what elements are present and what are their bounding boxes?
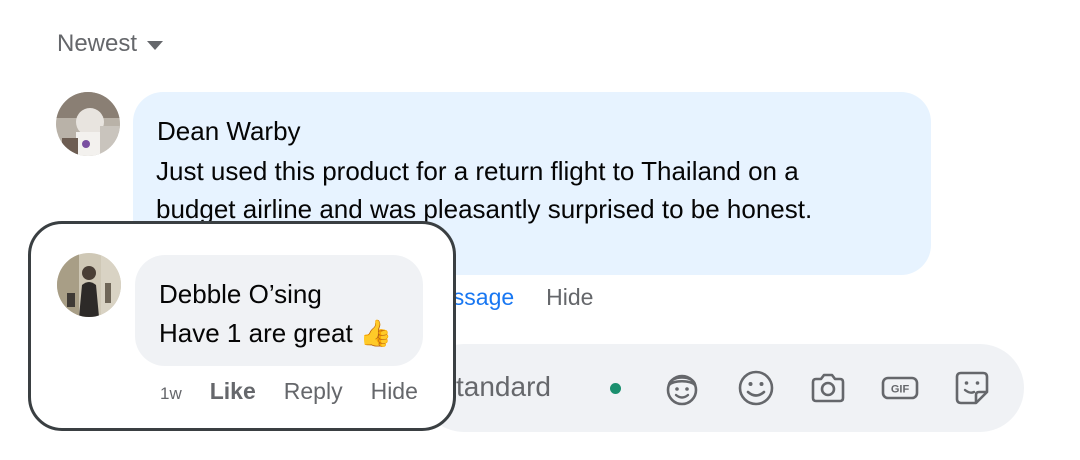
reply-card: Debble O’sing Have 1 are great 👍 1w Like… xyxy=(28,221,456,431)
comment-text-line: Just used this product for a return flig… xyxy=(156,156,799,186)
comments-panel: Newest Dean Warby Just used this product… xyxy=(0,0,1080,460)
reply-text-body: Have 1 are great xyxy=(159,318,353,348)
reply-bubble: Debble O’sing Have 1 are great 👍 xyxy=(135,255,423,366)
avatar-photo xyxy=(56,92,120,156)
composer-placeholder[interactable]: tandard xyxy=(456,371,551,403)
sticker-icon[interactable] xyxy=(952,368,992,408)
reply-button[interactable]: Reply xyxy=(284,378,343,405)
reply-timestamp[interactable]: 1w xyxy=(160,384,182,404)
reply-author[interactable]: Debble O’sing xyxy=(159,279,322,310)
caret-down-icon xyxy=(147,40,164,50)
camera-icon[interactable] xyxy=(808,368,848,408)
sort-dropdown[interactable]: Newest xyxy=(57,30,164,58)
avatar-sticker-icon[interactable] xyxy=(662,368,702,408)
sort-label: Newest xyxy=(57,30,138,57)
presence-dot xyxy=(610,383,621,394)
hide-link[interactable]: Hide xyxy=(546,284,593,311)
reply-actions: 1w Like Reply Hide xyxy=(160,378,418,405)
avatar-photo xyxy=(57,253,121,317)
hide-link[interactable]: Hide xyxy=(371,378,418,405)
comment-text: Just used this product for a return flig… xyxy=(156,152,812,228)
avatar[interactable] xyxy=(56,92,120,156)
avatar[interactable] xyxy=(57,253,121,317)
comment-actions: essage Hide xyxy=(440,284,593,311)
gif-icon[interactable]: GIF xyxy=(880,368,920,408)
thumbs-up-icon: 👍 xyxy=(359,318,393,348)
comment-author[interactable]: Dean Warby xyxy=(157,116,301,147)
like-button[interactable]: Like xyxy=(210,378,256,405)
emoji-icon[interactable] xyxy=(736,368,776,408)
gif-label: GIF xyxy=(891,384,910,396)
reply-text: Have 1 are great 👍 xyxy=(159,314,392,352)
comment-composer[interactable]: tandard GIF xyxy=(420,344,1024,432)
